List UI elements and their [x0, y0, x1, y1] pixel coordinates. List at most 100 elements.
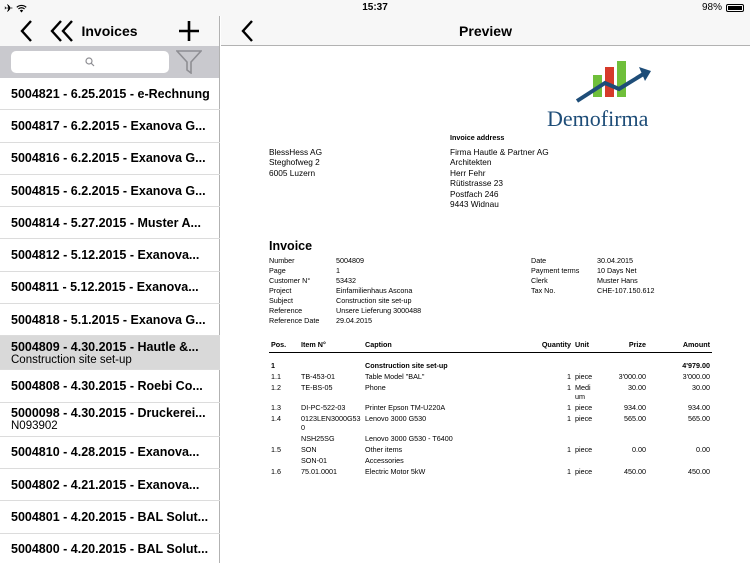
invoice-item-subtitle: N093902: [11, 420, 58, 433]
invoice-field: Tax No. CHE-107.150.612: [531, 286, 655, 296]
cell-unit: Medi um: [575, 383, 591, 401]
invoice-list-item[interactable]: 5004800 - 4.20.2015 - BAL Solut...: [0, 534, 220, 563]
col-amount: Amount: [648, 340, 712, 353]
invoice-item-title: 5000098 - 4.30.2015 - Druckerei...: [11, 406, 206, 421]
cell-amount: 30.00: [692, 383, 710, 392]
field-value: Einfamilienhaus Ascona: [336, 286, 413, 295]
invoice-item-title: 5004810 - 4.28.2015 - Exanova...: [11, 445, 200, 460]
field-value: Unsere Lieferung 3000488: [336, 306, 422, 315]
invoice-list-item[interactable]: 5004814 - 5.27.2015 - Muster A...: [0, 207, 220, 240]
cell-qty: 1: [567, 403, 571, 412]
cell-caption: Table Model "BAL": [365, 372, 425, 381]
cell-qty: [513, 455, 573, 466]
search-input[interactable]: [11, 51, 169, 73]
cell-caption: Lenovo 3000 G530 - T6400: [365, 434, 453, 443]
recipient-line: Architekten: [450, 157, 492, 168]
field-value: 29.04.2015: [336, 316, 372, 325]
status-bar: ✈ 15:37 98%: [0, 0, 750, 16]
col-caption: Caption: [363, 340, 513, 353]
cell-item: NSH25SG: [301, 434, 335, 443]
field-label: Clerk: [531, 276, 548, 285]
invoice-list-item[interactable]: 5004809 - 4.30.2015 - Hautle &... Constru…: [0, 336, 220, 371]
cell-caption: Accessories: [365, 456, 404, 465]
invoice-item-title: 5004815 - 6.2.2015 - Exanova G...: [11, 183, 206, 198]
field-label: Page: [269, 266, 286, 275]
cell-price: 0.00: [632, 445, 646, 454]
cell-unit: [573, 360, 603, 371]
cell-qty: 1: [567, 445, 571, 454]
cell-amount: 0.00: [696, 445, 710, 454]
table-header-row: Pos. Item N° Caption Quantity Unit Prize…: [269, 340, 712, 353]
invoice-list-item[interactable]: 5004808 - 4.30.2015 - Roebi Co...: [0, 370, 220, 403]
recipient-line: Firma Hautle & Partner AG: [450, 147, 549, 157]
cell-pos: 1.5: [271, 445, 281, 454]
cell-pos: 1.4: [271, 414, 281, 423]
invoice-list-item[interactable]: 5004817 - 6.2.2015 - Exanova G...: [0, 110, 220, 143]
search-icon: [85, 57, 95, 67]
invoice-list-item[interactable]: 5004811 - 5.12.2015 - Exanova...: [0, 272, 220, 305]
invoice-field: Subject Construction site set-up: [269, 296, 421, 306]
cell-price: 450.00: [624, 467, 646, 476]
invoice-list-item[interactable]: 5004812 - 5.12.2015 - Exanova...: [0, 239, 220, 272]
invoice-item-title: 5004816 - 6.2.2015 - Exanova G...: [11, 151, 206, 166]
recipient-line: Postfach 246: [450, 188, 499, 199]
invoice-item-title: 5004812 - 5.12.2015 - Exanova...: [11, 248, 200, 263]
cell-unit: [573, 433, 603, 444]
invoice-item-title: 5004811 - 5.12.2015 - Exanova...: [11, 280, 199, 295]
detail-nav-bar: Preview: [221, 16, 750, 46]
sender-line: 6005 Luzern: [269, 167, 316, 178]
field-label: Date: [531, 256, 547, 265]
filter-button[interactable]: [175, 50, 203, 75]
invoice-field: Customer N° 53432: [269, 276, 421, 286]
invoice-field: Reference Date 29.04.2015: [269, 316, 421, 326]
cell-pos: 1.3: [271, 403, 281, 412]
invoice-list-item[interactable]: 5004815 - 6.2.2015 - Exanova G...: [0, 175, 220, 208]
plus-icon: [179, 21, 199, 41]
recipient-address: Firma Hautle & Partner AG Architekten He…: [450, 147, 549, 209]
cell-unit: piece: [575, 467, 593, 476]
invoice-list-item[interactable]: 5004810 - 4.28.2015 - Exanova...: [0, 437, 220, 469]
cell-price: [603, 433, 648, 444]
cell-amount: [648, 433, 712, 444]
cell-item: SON-01: [301, 456, 327, 465]
invoice-field: Project Einfamilienhaus Ascona: [269, 286, 421, 296]
field-value: 10 Days Net: [597, 266, 637, 275]
search-bar: [0, 46, 219, 78]
cell-qty: 1: [567, 372, 571, 381]
table-row: 1.4 0123LEN3000G530 Lenovo 3000 G530 1 piece…: [269, 413, 712, 433]
cell-caption: Construction site set-up: [365, 361, 448, 370]
invoice-list-item[interactable]: 5004821 - 6.25.2015 - e-Rechnung: [0, 78, 220, 111]
back-button[interactable]: [14, 16, 38, 46]
cell-pos: 1.1: [271, 372, 281, 381]
cell-item: TE-BS-05: [301, 383, 333, 392]
cell-price: 30.00: [628, 383, 646, 392]
field-label: Customer N°: [269, 276, 311, 285]
cell-qty: [513, 352, 573, 360]
add-invoice-button[interactable]: [176, 16, 202, 46]
invoice-address-label: Invoice address: [450, 133, 505, 142]
cell-unit: piece: [575, 445, 593, 454]
cell-item: 75.01.0001: [301, 467, 337, 476]
invoice-list: 5004821 - 6.25.2015 - e-Rechnung 5004817 …: [0, 78, 220, 563]
recipient-line: Rütistrasse 23: [450, 178, 504, 189]
invoice-list-item[interactable]: 5000098 - 4.30.2015 - Druckerei... N09390…: [0, 403, 220, 437]
col-price: Prize: [603, 340, 648, 353]
table-row: NSH25SG Lenovo 3000 G530 - T6400: [269, 433, 712, 444]
cell-pos: [269, 433, 299, 444]
cell-unit: piece: [575, 414, 593, 423]
invoice-list-item[interactable]: 5004802 - 4.21.2015 - Exanova...: [0, 469, 220, 502]
invoice-list-item[interactable]: 5004818 - 5.1.2015 - Exanova G...: [0, 304, 220, 337]
battery-percent: 98%: [701, 2, 722, 13]
invoice-list-item[interactable]: 5004801 - 4.20.2015 - BAL Solut...: [0, 501, 220, 534]
invoice-list-item[interactable]: 5004816 - 6.2.2015 - Exanova G...: [0, 143, 220, 175]
cell-caption: Lenovo 3000 G530: [365, 414, 427, 423]
col-unit: Unit: [573, 340, 603, 353]
col-quantity: Quantity: [513, 340, 573, 353]
invoice-field: Number 5004809: [269, 256, 421, 266]
table-row: SON-01 Accessories: [269, 455, 712, 466]
preview-title: Preview: [459, 23, 512, 39]
funnel-icon: [175, 50, 203, 75]
cell-pos: 1.2: [271, 383, 281, 392]
table-row: 1.1 TB-453-01 Table Model "BAL" 1 piece 3'000…: [269, 371, 712, 382]
invoice-items-table: Pos. Item N° Caption Quantity Unit Prize…: [269, 340, 712, 477]
